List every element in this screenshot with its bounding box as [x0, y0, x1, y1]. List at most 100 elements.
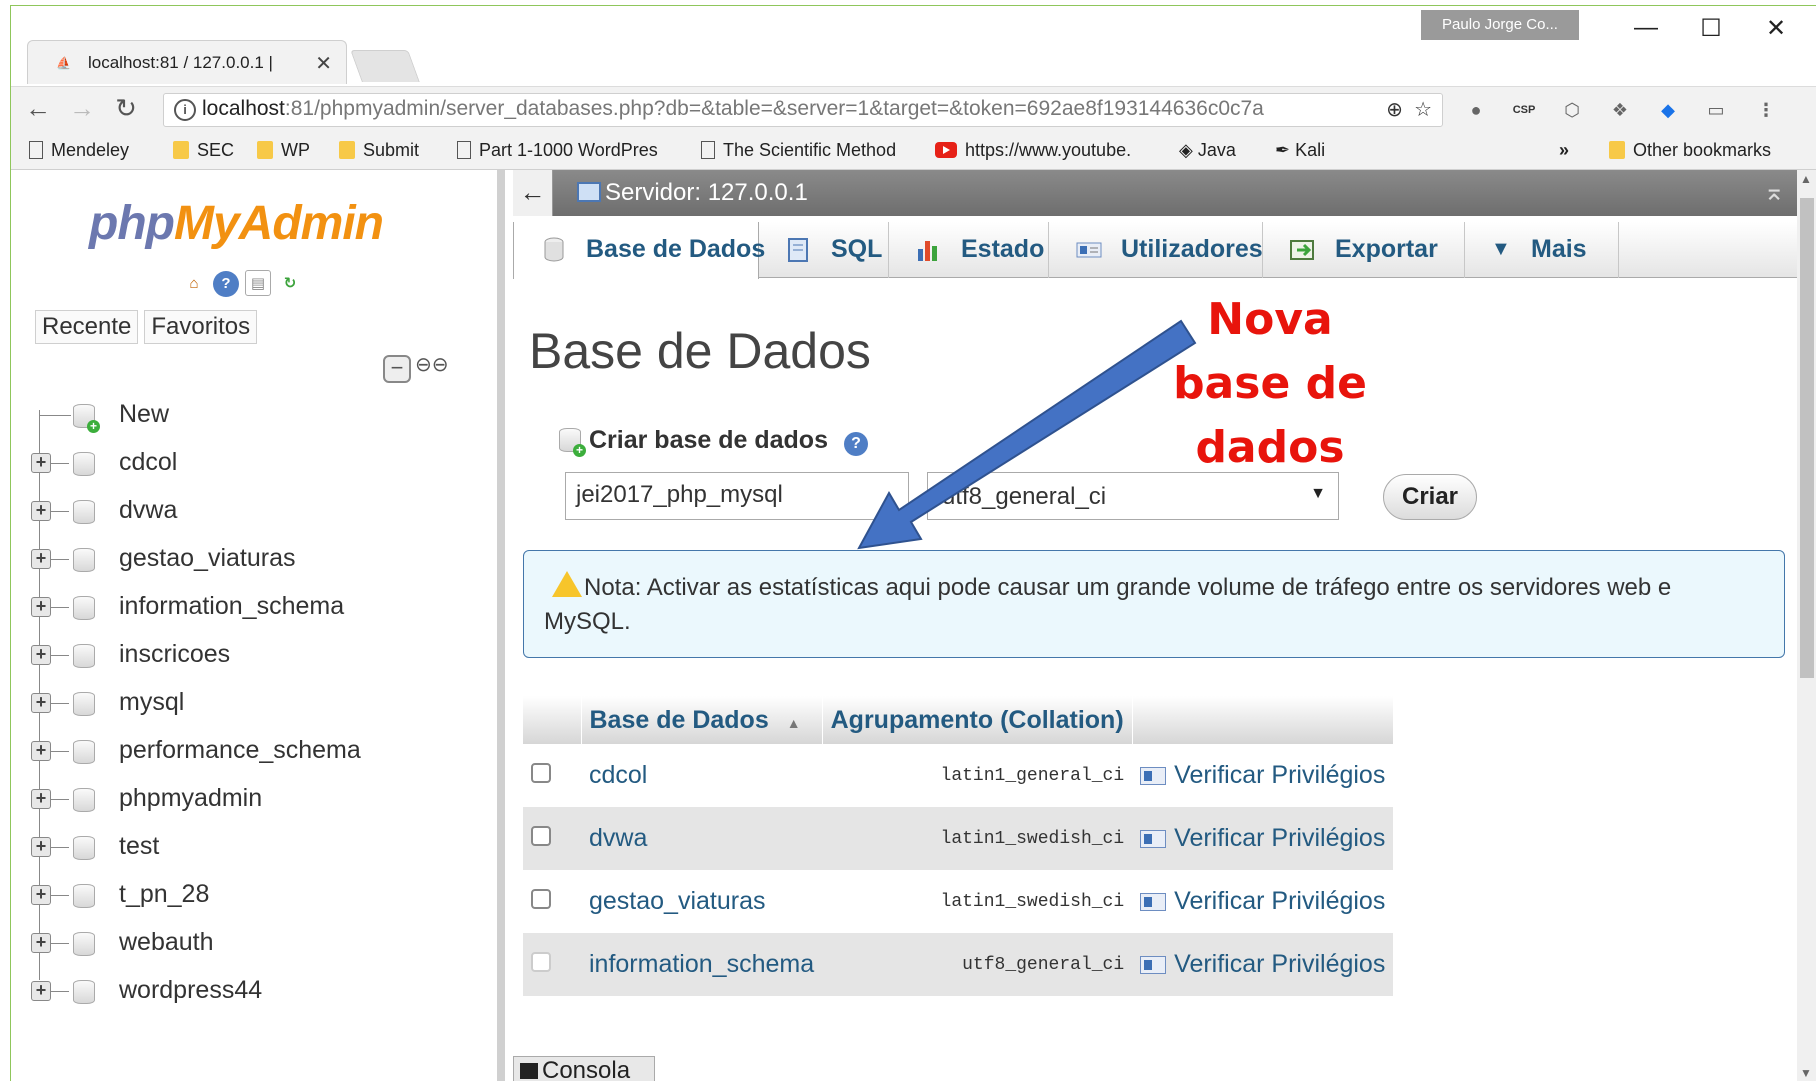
tab-more[interactable]: ▼ Mais — [1465, 222, 1619, 278]
docs-icon[interactable]: ▤ — [245, 270, 271, 296]
recent-button[interactable]: Recente — [35, 310, 139, 344]
bookmark-mendeley[interactable]: Mendeley — [29, 140, 129, 161]
csp-extension-icon[interactable]: CSP — [1511, 97, 1537, 123]
database-name-input[interactable]: jei2017_php_mysql — [565, 472, 909, 520]
scroll-down-arrow-icon[interactable]: ▼ — [1800, 1066, 1812, 1080]
expand-icon[interactable]: + — [31, 501, 51, 521]
site-info-icon[interactable]: i — [174, 99, 196, 121]
back-icon[interactable]: ← — [21, 93, 55, 124]
row-checkbox[interactable] — [531, 826, 551, 846]
bookmark-wordpress[interactable]: Part 1-1000 WordPres — [457, 140, 658, 161]
row-action[interactable]: Verificar Privilégios — [1132, 933, 1394, 996]
bookmark-wp[interactable]: WP — [257, 140, 310, 161]
bookmark-scientific-method[interactable]: The Scientific Method — [701, 140, 896, 161]
tree-item-database[interactable]: + t_pn_28 — [27, 872, 361, 920]
tree-item-database[interactable]: + gestao_viaturas — [27, 536, 361, 584]
help-icon[interactable]: ? — [843, 432, 868, 456]
browser-tab[interactable]: ⛵ localhost:81 / 127.0.0.1 | ✕ — [27, 40, 347, 84]
tree-item-database[interactable]: + mysql — [27, 680, 361, 728]
tree-item-database[interactable]: + performance_schema — [27, 728, 361, 776]
favorites-button[interactable]: Favoritos — [144, 310, 258, 344]
reload-icon[interactable]: ↻ — [109, 93, 143, 124]
check-privileges-link[interactable]: Verificar Privilégios — [1174, 761, 1385, 789]
new-tab-button[interactable] — [350, 50, 420, 82]
close-window-icon[interactable]: ✕ — [1751, 14, 1801, 43]
expand-icon[interactable]: + — [31, 837, 51, 857]
expand-icon[interactable]: + — [31, 645, 51, 665]
expand-icon[interactable]: + — [31, 597, 51, 617]
bookmark-youtube[interactable]: https://www.youtube. — [935, 140, 1131, 161]
bookmark-sec[interactable]: SEC — [173, 140, 234, 161]
phpmyadmin-logo[interactable]: phpMyAdmin — [89, 196, 384, 251]
address-input[interactable]: i localhost:81/phpmyadmin/server_databas… — [163, 93, 1443, 127]
menu-icon[interactable]: ⋮ — [1753, 97, 1779, 123]
forward-icon[interactable]: → — [65, 93, 99, 124]
vertical-scrollbar[interactable]: ▲ ▼ — [1797, 170, 1816, 1081]
expand-icon[interactable]: + — [31, 693, 51, 713]
tab-close-icon[interactable]: ✕ — [315, 51, 332, 76]
expand-icon[interactable]: + — [31, 933, 51, 953]
row-database-name[interactable]: information_schema — [581, 933, 823, 996]
expand-icon[interactable]: + — [31, 981, 51, 1001]
tree-item-database[interactable]: + inscricoes — [27, 632, 361, 680]
expand-icon[interactable]: + — [31, 741, 51, 761]
minimize-icon[interactable]: — — [1621, 14, 1671, 42]
tree-item-database[interactable]: + wordpress44 — [27, 968, 361, 1016]
expand-icon[interactable]: + — [31, 789, 51, 809]
bookmark-star-icon[interactable]: ☆ — [1414, 99, 1432, 121]
more-bookmarks-button[interactable]: » — [1559, 140, 1569, 161]
row-database-name[interactable]: dvwa — [581, 807, 823, 870]
other-bookmarks[interactable]: Other bookmarks — [1609, 140, 1771, 161]
profile-button[interactable]: Paulo Jorge Co... — [1421, 10, 1579, 40]
help-icon[interactable]: ? — [213, 271, 239, 297]
maximize-icon[interactable]: ☐ — [1686, 14, 1736, 43]
tab-export[interactable]: Exportar — [1263, 222, 1465, 278]
scroll-up-arrow-icon[interactable]: ▲ — [1800, 172, 1812, 186]
bookmark-java[interactable]: ◈ Java — [1179, 140, 1236, 161]
bookmark-label: Java — [1197, 140, 1236, 160]
dropbox-extension-icon[interactable]: ❖ — [1607, 97, 1633, 123]
tab-databases[interactable]: Base de Dados — [513, 222, 765, 279]
row-database-name[interactable]: gestao_viaturas — [581, 870, 822, 933]
expand-icon[interactable]: + — [31, 453, 51, 473]
tree-item-new[interactable]: New — [27, 392, 361, 440]
header-database[interactable]: Base de Dados ▲ — [581, 696, 823, 744]
row-database-name[interactable]: cdcol — [581, 744, 822, 807]
tree-item-database[interactable]: + information_schema — [27, 584, 361, 632]
refresh-icon[interactable]: ↻ — [277, 271, 303, 297]
row-action[interactable]: Verificar Privilégios — [1132, 870, 1393, 933]
link-icon[interactable]: ⊖⊖ — [415, 352, 449, 377]
collapse-nav-arrow-icon[interactable]: ← — [513, 170, 553, 216]
bookmark-kali[interactable]: ✒ Kali — [1275, 140, 1325, 161]
tab-sql[interactable]: SQL — [759, 222, 889, 278]
scrollbar-thumb[interactable] — [1800, 198, 1814, 678]
expand-icon[interactable]: + — [31, 549, 51, 569]
tree-item-database[interactable]: + webauth — [27, 920, 361, 968]
tab-users[interactable]: Utilizadores — [1049, 222, 1263, 278]
row-action[interactable]: Verificar Privilégios — [1132, 807, 1394, 870]
check-privileges-link[interactable]: Verificar Privilégios — [1174, 950, 1385, 978]
cube-extension-icon[interactable]: ⬡ — [1559, 97, 1585, 123]
expand-icon[interactable]: + — [31, 885, 51, 905]
tree-item-database[interactable]: + cdcol — [27, 440, 361, 488]
bookmark-submit[interactable]: Submit — [339, 140, 419, 161]
check-privileges-link[interactable]: Verificar Privilégios — [1174, 887, 1385, 915]
tab-status[interactable]: Estado — [889, 222, 1049, 278]
server-link[interactable]: Servidor: 127.0.0.1 — [577, 179, 808, 207]
cast-extension-icon[interactable]: ▭ — [1703, 97, 1729, 123]
check-privileges-link[interactable]: Verificar Privilégios — [1174, 824, 1385, 852]
tree-item-database[interactable]: + dvwa — [27, 488, 361, 536]
create-button[interactable]: Criar — [1383, 474, 1477, 520]
scroll-top-icon[interactable]: ⌅ — [1763, 176, 1785, 207]
row-action[interactable]: Verificar Privilégios — [1132, 744, 1393, 807]
zoom-icon[interactable]: ⊕ — [1386, 99, 1403, 121]
row-checkbox[interactable] — [531, 763, 551, 783]
tree-item-database[interactable]: + phpmyadmin — [27, 776, 361, 824]
row-checkbox[interactable] — [531, 889, 551, 909]
cookie-extension-icon[interactable]: ● — [1463, 97, 1489, 123]
home-icon[interactable]: ⌂ — [181, 271, 207, 297]
diamond-extension-icon[interactable]: ◆ — [1655, 97, 1681, 123]
collapse-all-icon[interactable]: − — [383, 355, 411, 383]
tree-item-database[interactable]: + test — [27, 824, 361, 872]
console-toggle[interactable]: Consola — [513, 1056, 655, 1081]
